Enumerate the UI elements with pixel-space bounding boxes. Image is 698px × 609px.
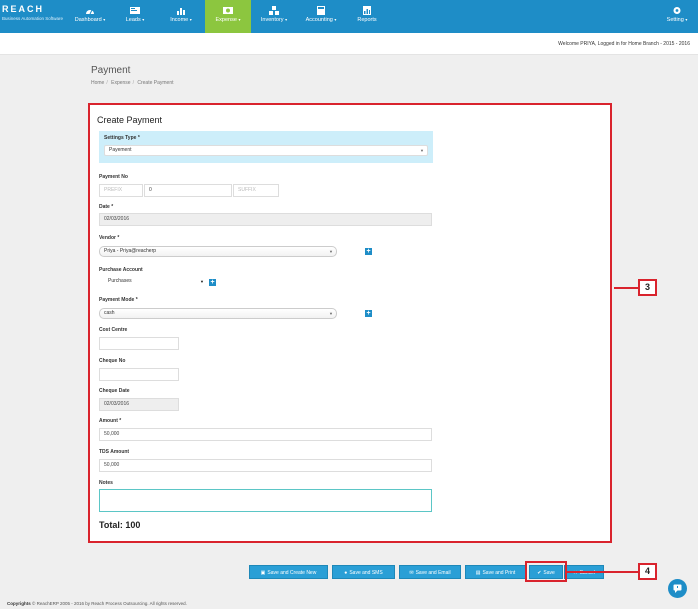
purchase-account-label: Purchase Account [99,267,143,273]
form-title: Create Payment [97,115,163,125]
nav-item-label: Expense [215,17,237,23]
breadcrumb-current: Create Payment [137,80,174,86]
print-icon: ▤ [475,570,481,576]
money-icon [223,7,233,14]
payment-mode-select[interactable]: cash ▼ [99,308,337,319]
calculator-icon [317,6,325,15]
settings-type-label: Settings Type * [104,135,140,141]
dashboard-icon [86,9,94,15]
add-purchase-account-icon[interactable]: + [209,279,216,286]
callout-4-line [567,571,638,573]
settings-type-select[interactable]: Payement ▼ [104,145,428,156]
callout-3-line [614,287,638,289]
breadcrumb-expense[interactable]: Expense [111,80,130,86]
create-payment-panel: Create Payment Settings Type * Payement ▼… [88,103,612,543]
cost-centre-label: Cost Centre [99,327,128,333]
add-vendor-icon[interactable]: + [365,248,372,255]
cubes-icon [269,6,279,15]
caret-down-icon: ▼ [200,279,204,284]
amount-input[interactable]: 50,000 [99,428,432,441]
nav-item-leads[interactable]: Leads ▾ [115,0,155,33]
tds-amount-label: TDS Amount [99,449,130,455]
nav-item-accounting[interactable]: Accounting ▾ [298,0,344,33]
page-title: Payment [91,65,131,76]
gear-icon [673,7,681,14]
cheque-no-input[interactable] [99,368,179,381]
welcome-bar: Welcome PRIYA, Logged in for Home Branch… [0,33,698,55]
amount-label: Amount * [99,418,122,424]
comment-icon: ● [344,570,348,576]
cheque-no-label: Cheque No [99,358,126,364]
brand-logo[interactable]: REACH Business Automation Software [2,4,66,30]
purchase-account-select[interactable]: Purchases ▼ [99,277,207,288]
nav-item-dashboard[interactable]: Dashboard ▾ [70,0,110,33]
date-label: Date * [99,204,114,210]
reports-icon [363,6,371,15]
payment-number-input[interactable]: 0 [144,184,232,197]
notes-textarea[interactable] [99,489,432,512]
chevron-down-icon: ▼ [329,311,333,316]
nav-item-label: Accounting [305,17,333,23]
brand-name: REACH [2,4,45,14]
total-amount: Total: 100 [99,520,141,530]
envelope-icon: ✉ [409,570,414,576]
cheque-date-label: Cheque Date [99,388,130,394]
breadcrumb-home[interactable]: Home [91,80,104,86]
brand-tagline: Business Automation Software [2,16,64,21]
chat-icon [673,584,682,593]
cost-centre-input[interactable] [99,337,179,350]
callout-3-badge: 3 [638,279,657,296]
save-and-email-button[interactable]: ✉ Save and Email [399,565,461,579]
chat-button[interactable] [668,579,687,598]
payment-suffix-input[interactable]: SUFFIX [233,184,279,197]
nav-item-income[interactable]: Income ▾ [160,0,202,33]
payment-mode-label: Payment Mode * [99,297,138,303]
cheque-date-input[interactable]: 02/03/2016 [99,398,179,411]
vendor-label: Vendor * [99,235,120,241]
date-input[interactable]: 02/03/2016 [99,213,432,226]
nav-item-inventory[interactable]: Inventory ▾ [254,0,294,33]
top-navbar: REACH Business Automation Software Dashb… [0,0,698,33]
payment-prefix-input[interactable]: PREFIX [99,184,143,197]
nav-item-label: Inventory [260,17,284,23]
chevron-down-icon: ▼ [420,148,424,153]
footer-copyright-label: Copyrights [7,601,31,606]
nav-item-label: Leads [125,17,141,23]
leads-icon [130,7,140,14]
vendor-select[interactable]: Priya - Priya@reacherp ▼ [99,246,337,257]
callout-4-badge: 4 [638,563,657,580]
nav-setting[interactable]: Setting ▾ [660,0,694,33]
footer-text: © ReachERP 2005 - 2016 by Reach Process … [32,601,187,606]
save-and-sms-button[interactable]: ● Save and SMS [332,565,395,579]
payment-no-label: Payment No [99,174,128,180]
footer: Copyrights © ReachERP 2005 - 2016 by Rea… [7,601,187,606]
bar-chart-icon [177,8,185,15]
chevron-down-icon: ▼ [329,249,333,254]
breadcrumb: Home / Expense / Create Payment [91,80,174,86]
save-icon: ▣ [260,570,266,576]
save-and-print-button[interactable]: ▤ Save and Print [465,565,526,579]
save-and-create-new-button[interactable]: ▣ Save and Create New [249,565,328,579]
nav-item-label: Income [170,17,189,23]
nav-item-label: Dashboard [74,17,102,23]
save-highlight-box [525,561,567,582]
settings-type-section: Settings Type * Payement ▼ [99,131,433,163]
notes-label: Notes [99,480,113,486]
nav-item-expense[interactable]: Expense ▾ [205,0,251,33]
tds-amount-input[interactable]: 50,000 [99,459,432,472]
nav-item-label: Reports [357,17,377,23]
add-payment-mode-icon[interactable]: + [365,310,372,317]
nav-item-reports[interactable]: Reports [350,0,384,33]
nav-setting-label: Setting [666,17,684,23]
